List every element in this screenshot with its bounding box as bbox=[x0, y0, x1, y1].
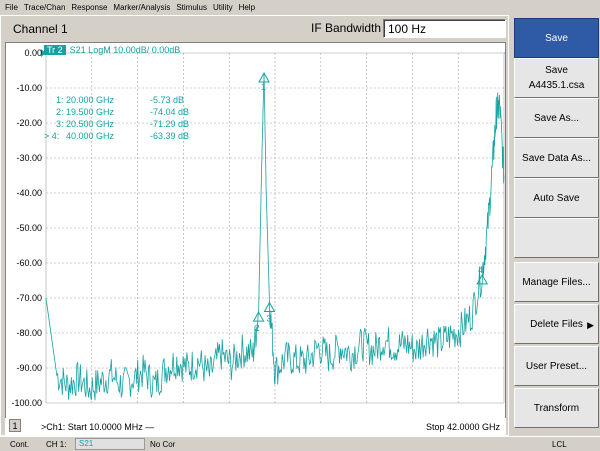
softkey-blank[interactable] bbox=[514, 218, 599, 258]
status-param: S21 bbox=[75, 438, 145, 450]
channel-window: Channel 1 IF Bandwidth 100 Hz 1 23 4 Tr 2 … bbox=[0, 15, 509, 436]
menu-bar: File Trace/Chan Response Marker/Analysis Sti… bbox=[0, 0, 600, 15]
marker-value: -5.73 dB bbox=[150, 95, 185, 105]
softkey-save-data-as[interactable]: Save Data As... bbox=[514, 138, 599, 178]
y-tick-label: -40.00 bbox=[16, 188, 42, 198]
trace-plot[interactable]: 1 23 4 Tr 2 S21 LogM 10.00dB/ 0.00dB 0.00 -… bbox=[5, 42, 506, 432]
softkey-label: Manage Files... bbox=[522, 276, 591, 288]
trace-tag: Tr 2 bbox=[44, 45, 66, 55]
softkey-manage-files[interactable]: Manage Files... bbox=[514, 262, 599, 302]
status-channel: CH 1: bbox=[46, 440, 67, 449]
marker-number: > 4: bbox=[44, 131, 60, 141]
status-correction: No Cor bbox=[150, 440, 176, 449]
y-tick-label: -50.00 bbox=[16, 223, 42, 233]
softkey-user-preset[interactable]: User Preset... bbox=[514, 346, 599, 386]
softkey-transform[interactable]: Transform bbox=[514, 388, 599, 428]
softkey-save[interactable]: Save bbox=[514, 18, 599, 58]
marker-tag: 1 bbox=[261, 82, 266, 92]
marker-value: -63.39 dB bbox=[150, 131, 190, 141]
softkey-label: Save bbox=[545, 65, 568, 76]
menu-response[interactable]: Response bbox=[71, 3, 107, 12]
marker-frequency: 19.500 GHz bbox=[66, 107, 115, 117]
stop-frequency[interactable]: Stop 42.0000 GHz bbox=[426, 422, 500, 432]
marker-frequency: 40.000 GHz bbox=[66, 131, 115, 141]
marker-value: -74.04 dB bbox=[150, 107, 190, 117]
status-cont: Cont. bbox=[10, 440, 30, 449]
marker-number: 1: bbox=[56, 95, 64, 105]
sweep-bar: 1 >Ch1: Start 10.0000 MHz — Stop 42.0000… bbox=[5, 418, 506, 435]
marker-number: 3: bbox=[56, 119, 64, 129]
softkey-label: Save Data As... bbox=[522, 152, 591, 164]
marker-frequency: 20.500 GHz bbox=[66, 119, 115, 129]
softkey-sublabel: A4435.1.csa bbox=[528, 80, 585, 91]
menu-help[interactable]: Help bbox=[239, 3, 255, 12]
softkey-label: Auto Save bbox=[533, 192, 580, 204]
y-tick-label: -60.00 bbox=[16, 258, 42, 268]
y-tick-label: 0.00 bbox=[24, 48, 42, 58]
softkey-label: Transform bbox=[533, 402, 580, 414]
softkey-auto-save[interactable]: Auto Save bbox=[514, 178, 599, 218]
menu-trace-chan[interactable]: Trace/Chan bbox=[24, 3, 66, 12]
softkey-save-as[interactable]: Save As... bbox=[514, 98, 599, 138]
channel-header: Channel 1 IF Bandwidth 100 Hz bbox=[1, 16, 510, 41]
channel-title: Channel 1 bbox=[13, 21, 68, 36]
y-tick-label: -20.00 bbox=[16, 118, 42, 128]
if-bandwidth-label: IF Bandwidth bbox=[311, 21, 382, 35]
status-lcl: LCL bbox=[552, 440, 567, 449]
menu-marker-analysis[interactable]: Marker/Analysis bbox=[113, 3, 170, 12]
channel-number[interactable]: 1 bbox=[9, 419, 21, 432]
y-tick-label: -30.00 bbox=[16, 153, 42, 163]
softkey-label: Delete Files bbox=[530, 318, 583, 330]
y-tick-label: -80.00 bbox=[16, 328, 42, 338]
softkey-panel: Save Save A4435.1.csa Save As... Save Data A… bbox=[511, 15, 600, 436]
marker-number: 2: bbox=[56, 107, 64, 117]
softkey-delete-files[interactable]: Delete Files ▶ bbox=[514, 304, 599, 344]
y-tick-label: -100.00 bbox=[11, 398, 42, 408]
marker-tag: 2 bbox=[255, 323, 260, 333]
marker-tag: 3 bbox=[266, 314, 271, 324]
marker-tag: 4 bbox=[478, 265, 483, 275]
softkey-label: Save As... bbox=[533, 112, 580, 124]
menu-utility[interactable]: Utility bbox=[213, 3, 233, 12]
y-tick-label: -70.00 bbox=[16, 293, 42, 303]
softkey-label: User Preset... bbox=[525, 360, 588, 372]
submenu-arrow-icon: ▶ bbox=[587, 320, 594, 330]
menu-stimulus[interactable]: Stimulus bbox=[176, 3, 207, 12]
y-tick-label: -90.00 bbox=[16, 363, 42, 373]
menu-file[interactable]: File bbox=[5, 3, 18, 12]
trace-desc: S21 LogM 10.00dB/ 0.00dB bbox=[69, 45, 181, 55]
softkey-label: Save bbox=[545, 32, 568, 44]
if-bandwidth-input[interactable]: 100 Hz bbox=[383, 19, 506, 38]
status-bar: Cont. CH 1: S21 No Cor LCL bbox=[0, 436, 600, 451]
start-frequency[interactable]: >Ch1: Start 10.0000 MHz — bbox=[41, 422, 154, 432]
marker-frequency: 20.000 GHz bbox=[66, 95, 115, 105]
softkey-save-a4435-1-csa[interactable]: Save A4435.1.csa bbox=[514, 58, 599, 98]
marker-value: -71.29 dB bbox=[150, 119, 190, 129]
y-tick-label: -10.00 bbox=[16, 83, 42, 93]
trace-label[interactable]: Tr 2 S21 LogM 10.00dB/ 0.00dB bbox=[44, 45, 180, 55]
